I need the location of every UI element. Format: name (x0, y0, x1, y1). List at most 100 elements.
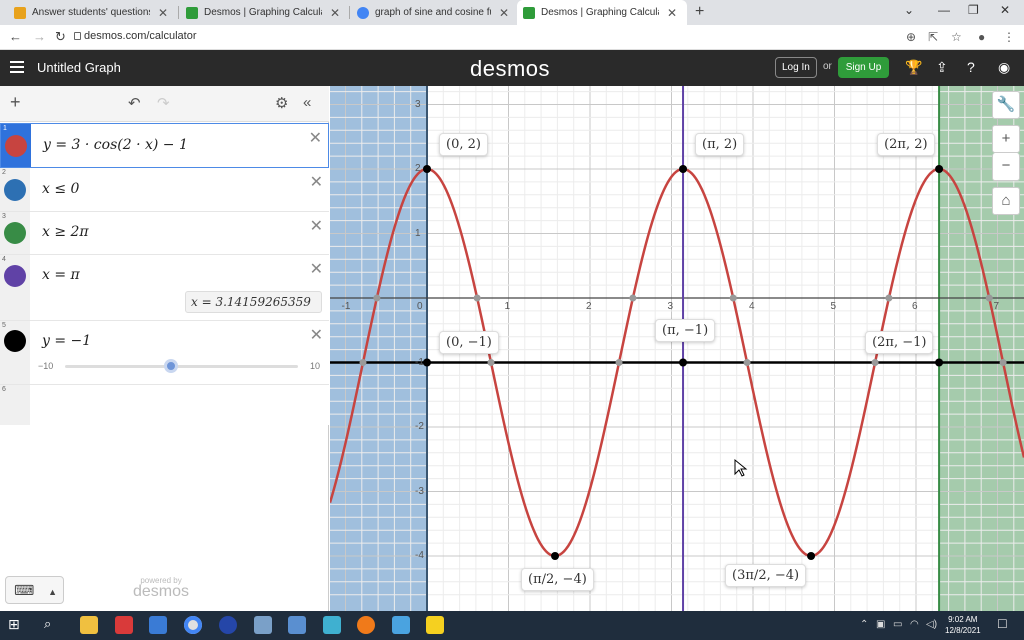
wave-icon[interactable] (5, 135, 27, 157)
clock-time: 9:02 AM (948, 615, 978, 624)
profile-icon[interactable]: ● (978, 30, 985, 44)
chrome-icon[interactable] (184, 616, 202, 634)
trophy-icon[interactable]: 🏆 (905, 59, 922, 76)
reload-icon[interactable]: ↻ (55, 29, 66, 45)
browser-tab[interactable]: Desmos | Graphing Calculator ✕ (180, 0, 348, 25)
login-button[interactable]: Log In (775, 57, 817, 78)
notifications-icon[interactable]: ☐ (997, 617, 1008, 631)
app-icon[interactable] (219, 616, 237, 634)
zoom-out-icon[interactable]: − (992, 153, 1020, 181)
taskbar-clock[interactable]: 9:02 AM 12/8/2021 (945, 614, 981, 636)
close-window-icon[interactable]: ✕ (1000, 3, 1010, 17)
point-label[interactable]: (2π, 2) (877, 133, 935, 156)
close-tab-icon[interactable]: ✕ (499, 6, 509, 20)
home-view-icon[interactable]: ⌂ (992, 187, 1020, 215)
wifi-icon[interactable]: ◠ (910, 619, 919, 630)
back-icon[interactable]: ← (9, 29, 22, 44)
graph-title[interactable]: Untitled Graph (37, 60, 121, 75)
search-icon[interactable]: ⌕ (44, 616, 62, 634)
point-label[interactable]: (2π, −1) (865, 330, 934, 354)
point-label[interactable]: (0, 2) (439, 133, 488, 156)
app-icon[interactable] (115, 616, 133, 634)
slider-track[interactable] (65, 365, 298, 368)
slider-min[interactable]: −10 (38, 361, 53, 371)
expression-latex[interactable]: x ≥ 2π (42, 224, 89, 240)
slider-handle[interactable] (164, 359, 178, 373)
battery-icon[interactable]: ▭ (893, 619, 902, 630)
close-tab-icon[interactable]: ✕ (330, 6, 340, 20)
y-tick-label: 3 (415, 98, 421, 110)
app-icon[interactable] (392, 616, 410, 634)
point-label[interactable]: (π/2, −4) (521, 568, 594, 591)
share-icon[interactable]: ⇱ (928, 30, 938, 44)
tab-search-icon[interactable]: ⌄ (904, 3, 914, 17)
expression-latex[interactable]: x = π (42, 267, 80, 283)
delete-expression-icon[interactable]: ✕ (309, 128, 322, 148)
expression-row-empty[interactable]: 6 (0, 385, 329, 425)
x-tick-label: -1 (341, 301, 351, 312)
close-tab-icon[interactable]: ✕ (667, 6, 677, 20)
add-item-icon[interactable]: + (10, 92, 21, 113)
brush-icon[interactable] (4, 179, 26, 201)
close-tab-icon[interactable]: ✕ (158, 6, 168, 20)
minimize-icon[interactable]: — (938, 3, 950, 17)
settings-gear-icon[interactable]: ⚙ (275, 94, 288, 112)
delete-expression-icon[interactable]: ✕ (310, 172, 323, 192)
menu-dots-icon[interactable]: ⋮ (1003, 30, 1015, 44)
expression-latex[interactable]: y = 3 · cos(2 · x) − 1 (43, 137, 188, 153)
undo-icon[interactable]: ↶ (128, 94, 141, 112)
url-field[interactable]: desmos.com/calculator (84, 30, 197, 42)
file-explorer-icon[interactable] (80, 616, 98, 634)
x-tick-label: 5 (830, 301, 837, 312)
bookmark-star-icon[interactable]: ☆ (951, 30, 962, 44)
expression-row[interactable]: 5 y = −1 ✕ −10 10 (0, 321, 329, 385)
or-label: or (823, 61, 832, 72)
new-tab-icon[interactable]: + (695, 3, 704, 21)
sticky-notes-icon[interactable] (426, 616, 444, 634)
collapse-panel-icon[interactable]: « (303, 94, 311, 111)
zoom-in-icon[interactable]: + (992, 125, 1020, 153)
app-icon[interactable] (254, 616, 272, 634)
zoom-icon[interactable]: ⊕ (906, 30, 916, 44)
delete-expression-icon[interactable]: ✕ (310, 216, 323, 236)
tray-chevron-icon[interactable]: ⌃ (860, 619, 868, 630)
forward-icon[interactable]: → (33, 29, 46, 44)
browser-tab[interactable]: Answer students' questions and ✕ (8, 0, 176, 25)
share-graph-icon[interactable]: ⇪ (936, 59, 948, 76)
signup-button[interactable]: Sign Up (838, 57, 889, 78)
point-label[interactable]: (π, 2) (695, 133, 745, 156)
expression-row[interactable]: 4 x = π ✕ x = 3.14159265359 (0, 255, 329, 321)
wave-icon[interactable] (4, 330, 26, 352)
delete-expression-icon[interactable]: ✕ (310, 325, 323, 345)
expression-latex[interactable]: x ≤ 0 (42, 181, 79, 197)
expression-row[interactable]: 3 x ≥ 2π ✕ (0, 212, 329, 255)
browser-tab-active[interactable]: Desmos | Graphing Calculator ✕ (517, 0, 687, 25)
app-icon[interactable] (323, 616, 341, 634)
brush-icon[interactable] (4, 222, 26, 244)
browser-tab[interactable]: graph of sine and cosine functio ✕ (351, 0, 515, 25)
graph-canvas[interactable]: 🔧 + − ⌂ (0, 2) (π, 2) (2π, 2) (0, −1) (π, −1… (330, 86, 1024, 611)
slider-max[interactable]: 10 (310, 361, 320, 371)
app-icon[interactable] (288, 616, 306, 634)
expression-row[interactable]: 2 x ≤ 0 ✕ (0, 168, 329, 212)
x-tick-label: 2 (586, 301, 592, 312)
language-globe-icon[interactable]: ◉ (998, 59, 1010, 76)
expression-latex[interactable]: y = −1 (42, 333, 91, 349)
hamburger-menu-icon[interactable] (10, 61, 24, 73)
expression-row[interactable]: 1 y = 3 · cos(2 · x) − 1 ✕ (0, 123, 329, 168)
help-icon[interactable]: ? (967, 59, 975, 75)
volume-icon[interactable]: ◁) (926, 619, 937, 630)
graph-settings-wrench-icon[interactable]: 🔧 (992, 91, 1020, 119)
point-label[interactable]: (3π/2, −4) (725, 564, 807, 587)
tray-app-icon[interactable]: ▣ (876, 619, 885, 630)
app-icon[interactable] (357, 616, 375, 634)
delete-expression-icon[interactable]: ✕ (310, 259, 323, 279)
point-label[interactable]: (0, −1) (439, 330, 499, 354)
restore-icon[interactable]: ❐ (968, 3, 979, 17)
redo-icon[interactable]: ↷ (157, 94, 170, 112)
keyboard-toggle-button[interactable]: ⌨ ▲ (5, 576, 64, 604)
point-label[interactable]: (π, −1) (655, 318, 716, 342)
windows-start-icon[interactable]: ⊞ (8, 616, 26, 634)
app-icon[interactable] (149, 616, 167, 634)
wave-icon[interactable] (4, 265, 26, 287)
